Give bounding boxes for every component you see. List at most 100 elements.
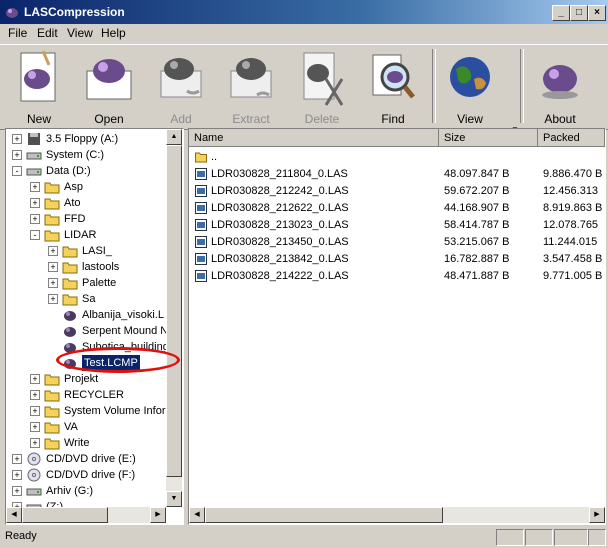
tree-item-label: LASI_ <box>82 245 112 257</box>
tree-expander-icon[interactable]: + <box>12 486 22 496</box>
tree-item[interactable]: + RECYCLER <box>6 387 166 403</box>
tree-expander-icon[interactable]: + <box>48 246 58 256</box>
file-row[interactable]: LDR030828_212622_0.LAS 44.168.907 B 8.919.… <box>189 200 605 216</box>
file-row[interactable]: .. <box>189 149 605 165</box>
window-title: LASCompression <box>24 5 125 19</box>
about-button[interactable]: About <box>525 45 595 127</box>
tree-expander-icon[interactable]: + <box>30 374 40 384</box>
minimize-button[interactable]: _ <box>552 5 570 21</box>
tree-item-label: Serpent Mound N <box>82 325 169 337</box>
scroll-left-button[interactable]: ◀ <box>189 507 205 523</box>
tree-expander-icon[interactable]: + <box>12 454 22 464</box>
scroll-thumb[interactable] <box>22 507 108 523</box>
tree-expander-icon[interactable]: + <box>30 198 40 208</box>
tree-horizontal-scrollbar[interactable]: ◀ ▶ <box>6 507 166 523</box>
tree-item[interactable]: + System Volume Infor <box>6 403 166 419</box>
file-size: 48.097.847 B <box>444 168 510 180</box>
column-header-name[interactable]: Name <box>189 129 439 147</box>
menu-edit[interactable]: Edit <box>37 26 58 40</box>
tree-expander-icon[interactable]: + <box>30 214 40 224</box>
file-name: LDR030828_213842_0.LAS <box>211 253 349 265</box>
file-packed-size: 8.919.863 B <box>543 202 603 214</box>
tree-expander-icon[interactable]: + <box>30 406 40 416</box>
tree-item[interactable]: + lastools <box>6 259 166 275</box>
tree-item[interactable]: + Write <box>6 435 166 451</box>
new-button[interactable]: New <box>4 45 74 127</box>
tree-expander-icon[interactable]: + <box>30 422 40 432</box>
highlight-ring <box>56 347 180 373</box>
file-name: LDR030828_213450_0.LAS <box>211 236 349 248</box>
delete-files-icon <box>303 52 344 106</box>
tree-expander-icon[interactable]: + <box>12 150 22 160</box>
extract-button[interactable]: Extract <box>216 45 286 127</box>
file-row[interactable]: LDR030828_211804_0.LAS 48.097.847 B 9.886.… <box>189 166 605 182</box>
file-row[interactable]: LDR030828_213842_0.LAS 16.782.887 B 3.547.… <box>189 251 605 267</box>
tree-item[interactable]: + VA <box>6 419 166 435</box>
tree-item[interactable]: Serpent Mound N <box>6 323 169 339</box>
status-panel <box>554 529 588 546</box>
tree-item[interactable]: + System (C:) <box>6 147 166 163</box>
scroll-right-button[interactable]: ▶ <box>589 507 605 523</box>
extract-files-icon <box>230 58 272 98</box>
tree-item[interactable]: + Asp <box>6 179 166 195</box>
close-button[interactable]: × <box>588 5 606 21</box>
tree-expander-icon[interactable]: - <box>12 166 22 176</box>
view-button[interactable]: View <box>435 45 505 127</box>
scroll-right-button[interactable]: ▶ <box>150 507 166 523</box>
menu-help[interactable]: Help <box>101 26 126 40</box>
tree-expander-icon[interactable]: + <box>30 390 40 400</box>
file-row[interactable]: LDR030828_212242_0.LAS 59.672.207 B 12.456… <box>189 183 605 199</box>
file-name: .. <box>211 151 218 163</box>
tree-expander-icon[interactable]: + <box>48 262 58 272</box>
file-row[interactable]: LDR030828_213023_0.LAS 58.414.787 B 12.078… <box>189 217 605 233</box>
tree-item-label: LIDAR <box>64 229 97 241</box>
tree-item[interactable]: Albanija_visoki.L <box>6 307 166 323</box>
find-button[interactable]: Find <box>358 45 428 127</box>
tree-item[interactable]: - LIDAR <box>6 227 166 243</box>
tree-item[interactable]: + Projekt <box>6 371 166 387</box>
tree-item[interactable]: + Sa <box>6 291 166 307</box>
tree-item-label: Asp <box>64 181 83 193</box>
tree-expander-icon[interactable]: + <box>30 438 40 448</box>
maximize-button[interactable]: □ <box>570 5 588 21</box>
scroll-thumb[interactable] <box>205 507 443 523</box>
scroll-down-button[interactable]: ▼ <box>166 491 182 507</box>
file-list[interactable]: Name Size Packed .. LDR030828_211804_0.LA… <box>188 128 606 525</box>
menu-view[interactable]: View <box>67 26 93 40</box>
scroll-up-button[interactable]: ▲ <box>166 129 182 145</box>
file-row[interactable]: LDR030828_213450_0.LAS 53.215.067 B 11.244… <box>189 234 605 250</box>
open-button[interactable]: Open <box>74 45 144 127</box>
tree-item[interactable]: + CD/DVD drive (F:) <box>6 467 166 483</box>
tree-expander-icon[interactable]: + <box>12 134 22 144</box>
tree-item[interactable]: + CD/DVD drive (E:) <box>6 451 166 467</box>
add-button[interactable]: Add <box>146 45 216 127</box>
resize-grip-icon[interactable] <box>588 529 606 546</box>
tree-vertical-scrollbar[interactable]: ▲ ▼ <box>166 129 182 507</box>
tree-item[interactable]: + FFD <box>6 211 166 227</box>
app-icon <box>6 8 18 18</box>
title-bar[interactable]: LASCompression _ □ × <box>0 0 608 24</box>
menu-file[interactable]: File <box>8 26 27 40</box>
folder-tree[interactable]: +3.5 Floppy (A:) + System (C:) - Data (D:) + A… <box>5 128 184 525</box>
delete-button[interactable]: Delete <box>287 45 357 127</box>
column-header-packed[interactable]: Packed <box>538 129 605 147</box>
file-packed-size: 12.078.765 <box>543 219 599 231</box>
column-header-size[interactable]: Size <box>439 129 538 147</box>
tree-item[interactable]: +3.5 Floppy (A:) <box>6 131 166 147</box>
tree-expander-icon[interactable]: + <box>12 470 22 480</box>
scroll-left-button[interactable]: ◀ <box>6 507 22 523</box>
tree-item[interactable]: + LASI_ <box>6 243 166 259</box>
tree-item[interactable]: - Data (D:) <box>6 163 166 179</box>
tree-expander-icon[interactable]: + <box>48 294 58 304</box>
tree-item[interactable]: + Arhiv (G:) <box>6 483 166 499</box>
tree-item-label: RECYCLER <box>64 389 124 401</box>
tree-item[interactable]: + Palette <box>6 275 166 291</box>
tree-expander-icon[interactable]: + <box>30 182 40 192</box>
list-horizontal-scrollbar[interactable]: ◀ ▶ <box>189 507 605 523</box>
tree-expander-icon[interactable]: - <box>30 230 40 240</box>
status-text: Ready <box>5 530 37 542</box>
file-row[interactable]: LDR030828_214222_0.LAS 48.471.887 B 9.771.… <box>189 268 605 284</box>
scroll-thumb[interactable] <box>166 145 182 477</box>
tree-expander-icon[interactable]: + <box>48 278 58 288</box>
tree-item[interactable]: + Ato <box>6 195 166 211</box>
